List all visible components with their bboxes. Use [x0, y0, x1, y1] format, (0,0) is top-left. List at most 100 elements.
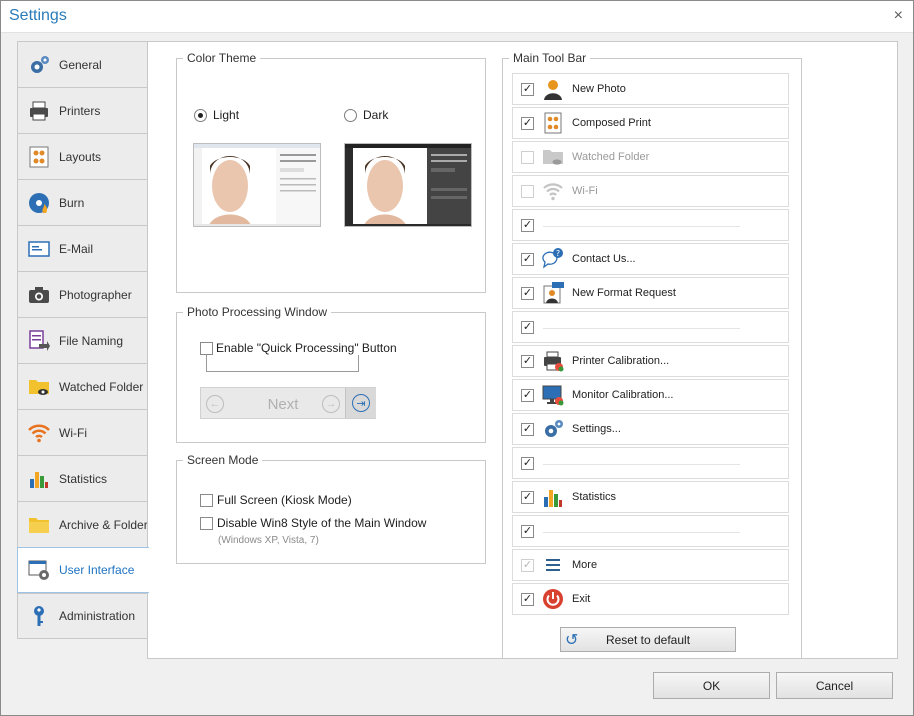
- tab-archive-folders[interactable]: Archive & Folders: [17, 501, 154, 547]
- tab-label: Wi-Fi: [59, 425, 87, 440]
- tab-label: User Interface: [59, 563, 135, 577]
- settings-window: Settings × General Printers Layouts Burn…: [0, 0, 914, 716]
- tab-statistics[interactable]: Statistics: [17, 455, 148, 501]
- toolbar-item-contact-us: ✓? Contact Us...: [512, 243, 789, 275]
- dark-theme-preview[interactable]: [344, 143, 472, 227]
- checkbox-box: [200, 341, 213, 355]
- tab-wifi[interactable]: Wi-Fi: [17, 409, 148, 455]
- tab-burn[interactable]: Burn: [17, 179, 148, 225]
- toolbar-item-checkbox[interactable]: ✓: [521, 524, 534, 538]
- monitor-calibration-icon: [542, 384, 564, 406]
- checkbox-box: [200, 516, 213, 530]
- toolbar-item-label: Exit: [572, 593, 591, 605]
- toolbar-item-checkbox: ✓: [521, 558, 534, 572]
- toolbar-item-checkbox[interactable]: ✓: [521, 252, 534, 266]
- group-title: Main Tool Bar: [509, 51, 591, 65]
- dark-theme-radio[interactable]: Dark: [344, 108, 388, 122]
- wifi-icon: [27, 421, 51, 445]
- wifi-icon: [542, 180, 564, 202]
- toolbar-item-checkbox[interactable]: ✓: [521, 320, 534, 334]
- cancel-label: Cancel: [815, 678, 854, 693]
- toolbar-item-exit: ✓ Exit: [512, 583, 789, 615]
- settings-tabs: General Printers Layouts Burn E-Mail Pho…: [17, 41, 154, 639]
- toolbar-item-statistics: ✓ Statistics: [512, 481, 789, 513]
- email-icon: [27, 237, 51, 261]
- toolbar-item-checkbox[interactable]: ✓: [521, 422, 534, 436]
- toolbar-item-wi-fi: Wi-Fi: [512, 175, 789, 207]
- printer-calibration-icon: [542, 350, 564, 372]
- toolbar-item-label: New Format Request: [572, 287, 676, 299]
- folder-icon: [27, 513, 51, 537]
- printer-icon: [27, 99, 51, 123]
- disable-win8-checkbox[interactable]: Disable Win8 Style of the Main Window: [200, 516, 426, 530]
- tab-label: General: [59, 57, 102, 72]
- next-label: Next: [267, 396, 299, 413]
- reset-icon: ↺: [565, 632, 579, 649]
- toolbar-item-label: More: [572, 559, 598, 571]
- gear-icon: [27, 53, 51, 77]
- toolbar-item-label: Settings...: [572, 423, 621, 435]
- checkbox-box: [200, 493, 213, 507]
- ok-button[interactable]: OK: [653, 672, 770, 699]
- toolbar-item-new-format-request: ✓ New Format Request: [512, 277, 789, 309]
- toolbar-item-label: Printer Calibration...: [572, 355, 670, 367]
- tab-layouts[interactable]: Layouts: [17, 133, 148, 179]
- screen-mode-group: Screen Mode: [176, 453, 486, 564]
- cancel-button[interactable]: Cancel: [776, 672, 893, 699]
- toolbar-item-checkbox[interactable]: ✓: [521, 218, 534, 232]
- toolbar-item-checkbox[interactable]: ✓: [521, 286, 534, 300]
- toolbar-item-label: Wi-Fi: [572, 185, 598, 197]
- ok-label: OK: [702, 678, 721, 693]
- reset-to-default-button[interactable]: ↺ Reset to default: [560, 627, 736, 652]
- tab-label: Layouts: [59, 149, 102, 164]
- toolbar-item-checkbox[interactable]: ✓: [521, 82, 534, 96]
- title-bar: Settings ×: [1, 1, 913, 33]
- window-title: Settings: [9, 7, 67, 24]
- light-theme-preview[interactable]: [193, 143, 321, 227]
- toolbar-item-checkbox[interactable]: ✓: [521, 388, 534, 402]
- next-button-preview: ← Next → ⇥: [200, 387, 376, 419]
- toolbar-item-label: Watched Folder: [572, 151, 650, 163]
- radio-dot: [194, 108, 207, 122]
- statistics-icon: [27, 467, 51, 491]
- tab-label: Administration: [59, 609, 136, 623]
- tab-administration[interactable]: Administration: [17, 593, 148, 639]
- toolbar-item-checkbox[interactable]: ✓: [521, 116, 534, 130]
- toolbar-item-checkbox: [521, 184, 534, 198]
- toolbar-item-new-photo: ✓ New Photo: [512, 73, 789, 105]
- toolbar-item-checkbox[interactable]: ✓: [521, 456, 534, 470]
- close-button[interactable]: ×: [894, 7, 903, 25]
- exit-power-icon: [542, 588, 564, 610]
- tab-email[interactable]: E-Mail: [17, 225, 148, 271]
- tab-general[interactable]: General: [17, 41, 148, 87]
- forward-arrow-icon: →: [322, 395, 340, 413]
- separator-line: [543, 464, 740, 465]
- tab-photographer[interactable]: Photographer: [17, 271, 148, 317]
- key-icon: [27, 604, 51, 628]
- layouts-icon: [27, 145, 51, 169]
- toolbar-item-checkbox[interactable]: ✓: [521, 490, 534, 504]
- toolbar-item-checkbox[interactable]: ✓: [521, 354, 534, 368]
- quick-processing-checkbox[interactable]: Enable "Quick Processing" Button: [200, 341, 397, 355]
- light-theme-radio[interactable]: Light: [194, 108, 239, 122]
- separator-line: [543, 532, 740, 533]
- group-title: Screen Mode: [183, 453, 263, 467]
- tab-watched-folder[interactable]: Watched Folder: [17, 363, 148, 409]
- tab-printers[interactable]: Printers: [17, 87, 148, 133]
- radio-dot: [344, 108, 357, 122]
- toolbar-item-label: Composed Print: [572, 117, 651, 129]
- toolbar-item-checkbox[interactable]: ✓: [521, 592, 534, 606]
- toolbar-separator-row: ✓: [512, 447, 789, 479]
- composed-print-icon: [542, 112, 564, 134]
- toolbar-item-label: New Photo: [572, 83, 626, 95]
- tab-file-naming[interactable]: File Naming: [17, 317, 148, 363]
- tab-label: Watched Folder: [59, 379, 144, 394]
- group-title: Photo Processing Window: [183, 305, 332, 319]
- fullscreen-checkbox[interactable]: Full Screen (Kiosk Mode): [200, 493, 352, 507]
- quick-processing-connector-left: [206, 355, 207, 372]
- tab-label: Statistics: [59, 471, 108, 486]
- tab-user-interface[interactable]: User Interface: [17, 547, 149, 593]
- watched-folder-icon: [542, 146, 564, 168]
- reset-label: Reset to default: [605, 632, 691, 647]
- burn-disc-icon: [27, 191, 51, 215]
